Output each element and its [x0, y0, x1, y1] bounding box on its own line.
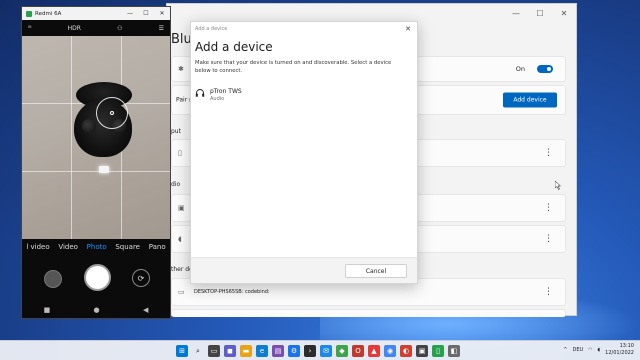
- gallery-thumbnail[interactable]: [44, 270, 62, 288]
- mode-video[interactable]: Video: [58, 243, 78, 251]
- settings-titlebar-controls: — ☐ ✕: [504, 4, 576, 22]
- mode-short-video[interactable]: l video: [26, 243, 49, 251]
- shutter-row: ⟳: [22, 264, 170, 294]
- phone-app-icon[interactable]: ▯: [432, 345, 444, 357]
- app-icon: [26, 10, 32, 17]
- shutter-button[interactable]: [84, 264, 111, 291]
- camera-mode-indicator[interactable]: ⁰ᴵ: [28, 25, 32, 32]
- phone-window-title: Redmi 6A: [35, 10, 62, 17]
- grid-line: [71, 36, 72, 239]
- camera-mode-selector: l video Video Photo Square Pano: [22, 243, 170, 251]
- mode-photo[interactable]: Photo: [87, 243, 107, 251]
- hdr-toggle[interactable]: HDR: [68, 25, 81, 32]
- dialog-title: Add a device: [195, 40, 273, 54]
- mode-pano[interactable]: Pano: [149, 243, 166, 251]
- mode-square[interactable]: Square: [115, 243, 140, 251]
- other-device-card-partial: [171, 309, 566, 317]
- task-view-icon[interactable]: ▭: [208, 345, 220, 357]
- section-input-label: put: [171, 128, 181, 135]
- home-icon[interactable]: ●: [94, 306, 100, 314]
- system-tray: ^ DEU ◠ ◖ 13:10 12/01/2022: [563, 343, 634, 356]
- app-icon-orange[interactable]: ◐: [400, 345, 412, 357]
- minimize-icon[interactable]: —: [122, 7, 138, 20]
- minimize-icon[interactable]: —: [504, 4, 528, 22]
- section-audio-label: dio: [171, 181, 181, 188]
- more-options-icon[interactable]: ⋮: [544, 203, 553, 213]
- close-icon[interactable]: ✕: [552, 4, 576, 22]
- volume-tray-icon[interactable]: ◖: [598, 347, 601, 353]
- phone-mirror-window: Redmi 6A — ☐ ✕ ⁰ᴵ HDR ⚇ ☰ l video Video …: [21, 6, 171, 319]
- start-icon[interactable]: ⊞: [176, 345, 188, 357]
- phone-titlebar-controls: — ☐ ✕: [122, 7, 170, 20]
- clock[interactable]: 13:10 12/01/2022: [605, 343, 634, 356]
- store-icon[interactable]: ▤: [272, 345, 284, 357]
- device-name: pTron TWS: [210, 88, 242, 95]
- other-device-name: DESKTOP-PHS65SB: codebind:: [194, 289, 270, 295]
- camera-top-bar: ⁰ᴵ HDR ⚇ ☰: [22, 20, 170, 36]
- back-icon[interactable]: ◀: [143, 306, 148, 314]
- edge-icon[interactable]: e: [256, 345, 268, 357]
- device-item-ptron[interactable]: pTron TWS Audio: [195, 88, 242, 102]
- switch-camera-icon[interactable]: ⟳: [132, 269, 150, 287]
- device-type: Audio: [210, 96, 225, 102]
- menu-icon[interactable]: ☰: [159, 25, 164, 32]
- taskbar-apps: ⊞ ⌕ ▭ ◼ ▬ e ▤ ⚙ › ✉ ◆ O ▲ ◉ ◐ ▣ ▯ ◧: [176, 345, 460, 357]
- chevron-up-icon[interactable]: ^: [563, 347, 567, 353]
- cancel-button[interactable]: Cancel: [345, 264, 407, 278]
- taskbar: ⊞ ⌕ ▭ ◼ ▬ e ▤ ⚙ › ✉ ◆ O ▲ ◉ ◐ ▣ ▯ ◧ ^ DE…: [0, 340, 640, 360]
- opera-icon[interactable]: O: [352, 345, 364, 357]
- app-icon-dark[interactable]: ▣: [416, 345, 428, 357]
- headphones-icon: [195, 89, 205, 97]
- chrome-icon[interactable]: ◉: [384, 345, 396, 357]
- terminal-icon[interactable]: ›: [304, 345, 316, 357]
- focus-point: [110, 111, 114, 115]
- maximize-icon[interactable]: ☐: [138, 7, 154, 20]
- phone-titlebar: Redmi 6A — ☐ ✕: [22, 7, 170, 20]
- add-device-dialog: Add a device ✕ Add a device Make sure th…: [190, 21, 418, 284]
- android-nav-bar: ■ ● ◀: [22, 304, 170, 316]
- bluetooth-state-label: On: [515, 65, 525, 73]
- clock-date: 12/01/2022: [605, 349, 634, 356]
- mail-icon[interactable]: ✉: [320, 345, 332, 357]
- mouse-cursor-icon: [555, 181, 561, 190]
- close-icon[interactable]: ✕: [405, 25, 411, 33]
- settings-app-icon[interactable]: ⚙: [288, 345, 300, 357]
- computer-icon: ▭: [178, 288, 185, 296]
- app-icon-gray[interactable]: ◧: [448, 345, 460, 357]
- add-device-button[interactable]: Add device: [503, 92, 557, 108]
- dialog-titlebar: Add a device ✕: [191, 22, 417, 36]
- app-icon-green[interactable]: ◆: [336, 345, 348, 357]
- bluetooth-toggle[interactable]: [537, 65, 553, 73]
- mouse-icon: ▯: [178, 149, 182, 157]
- chat-icon[interactable]: ◼: [224, 345, 236, 357]
- volume-icon: ◖: [178, 235, 182, 243]
- earbud-left: [82, 119, 96, 133]
- speaker-icon: ▣: [178, 204, 185, 212]
- dialog-titlebar-text: Add a device: [195, 26, 228, 32]
- wifi-icon[interactable]: ◠: [588, 347, 592, 353]
- search-icon[interactable]: ⌕: [192, 345, 204, 357]
- more-options-icon[interactable]: ⋮: [544, 148, 553, 158]
- more-options-icon[interactable]: ⋮: [544, 234, 553, 244]
- filters-icon[interactable]: ⚇: [117, 25, 122, 32]
- dialog-description: Make sure that your device is turned on …: [195, 60, 392, 74]
- case-led-display: [99, 166, 109, 173]
- file-explorer-icon[interactable]: ▬: [240, 345, 252, 357]
- language-indicator[interactable]: DEU: [572, 347, 583, 353]
- recents-icon[interactable]: ■: [44, 306, 51, 314]
- dialog-footer: Cancel: [191, 257, 417, 283]
- close-icon[interactable]: ✕: [154, 7, 170, 20]
- more-options-icon[interactable]: ⋮: [544, 287, 553, 297]
- grid-line: [22, 171, 170, 172]
- maximize-icon[interactable]: ☐: [528, 4, 552, 22]
- app-icon-red[interactable]: ▲: [368, 345, 380, 357]
- bluetooth-icon: ✱: [178, 65, 184, 73]
